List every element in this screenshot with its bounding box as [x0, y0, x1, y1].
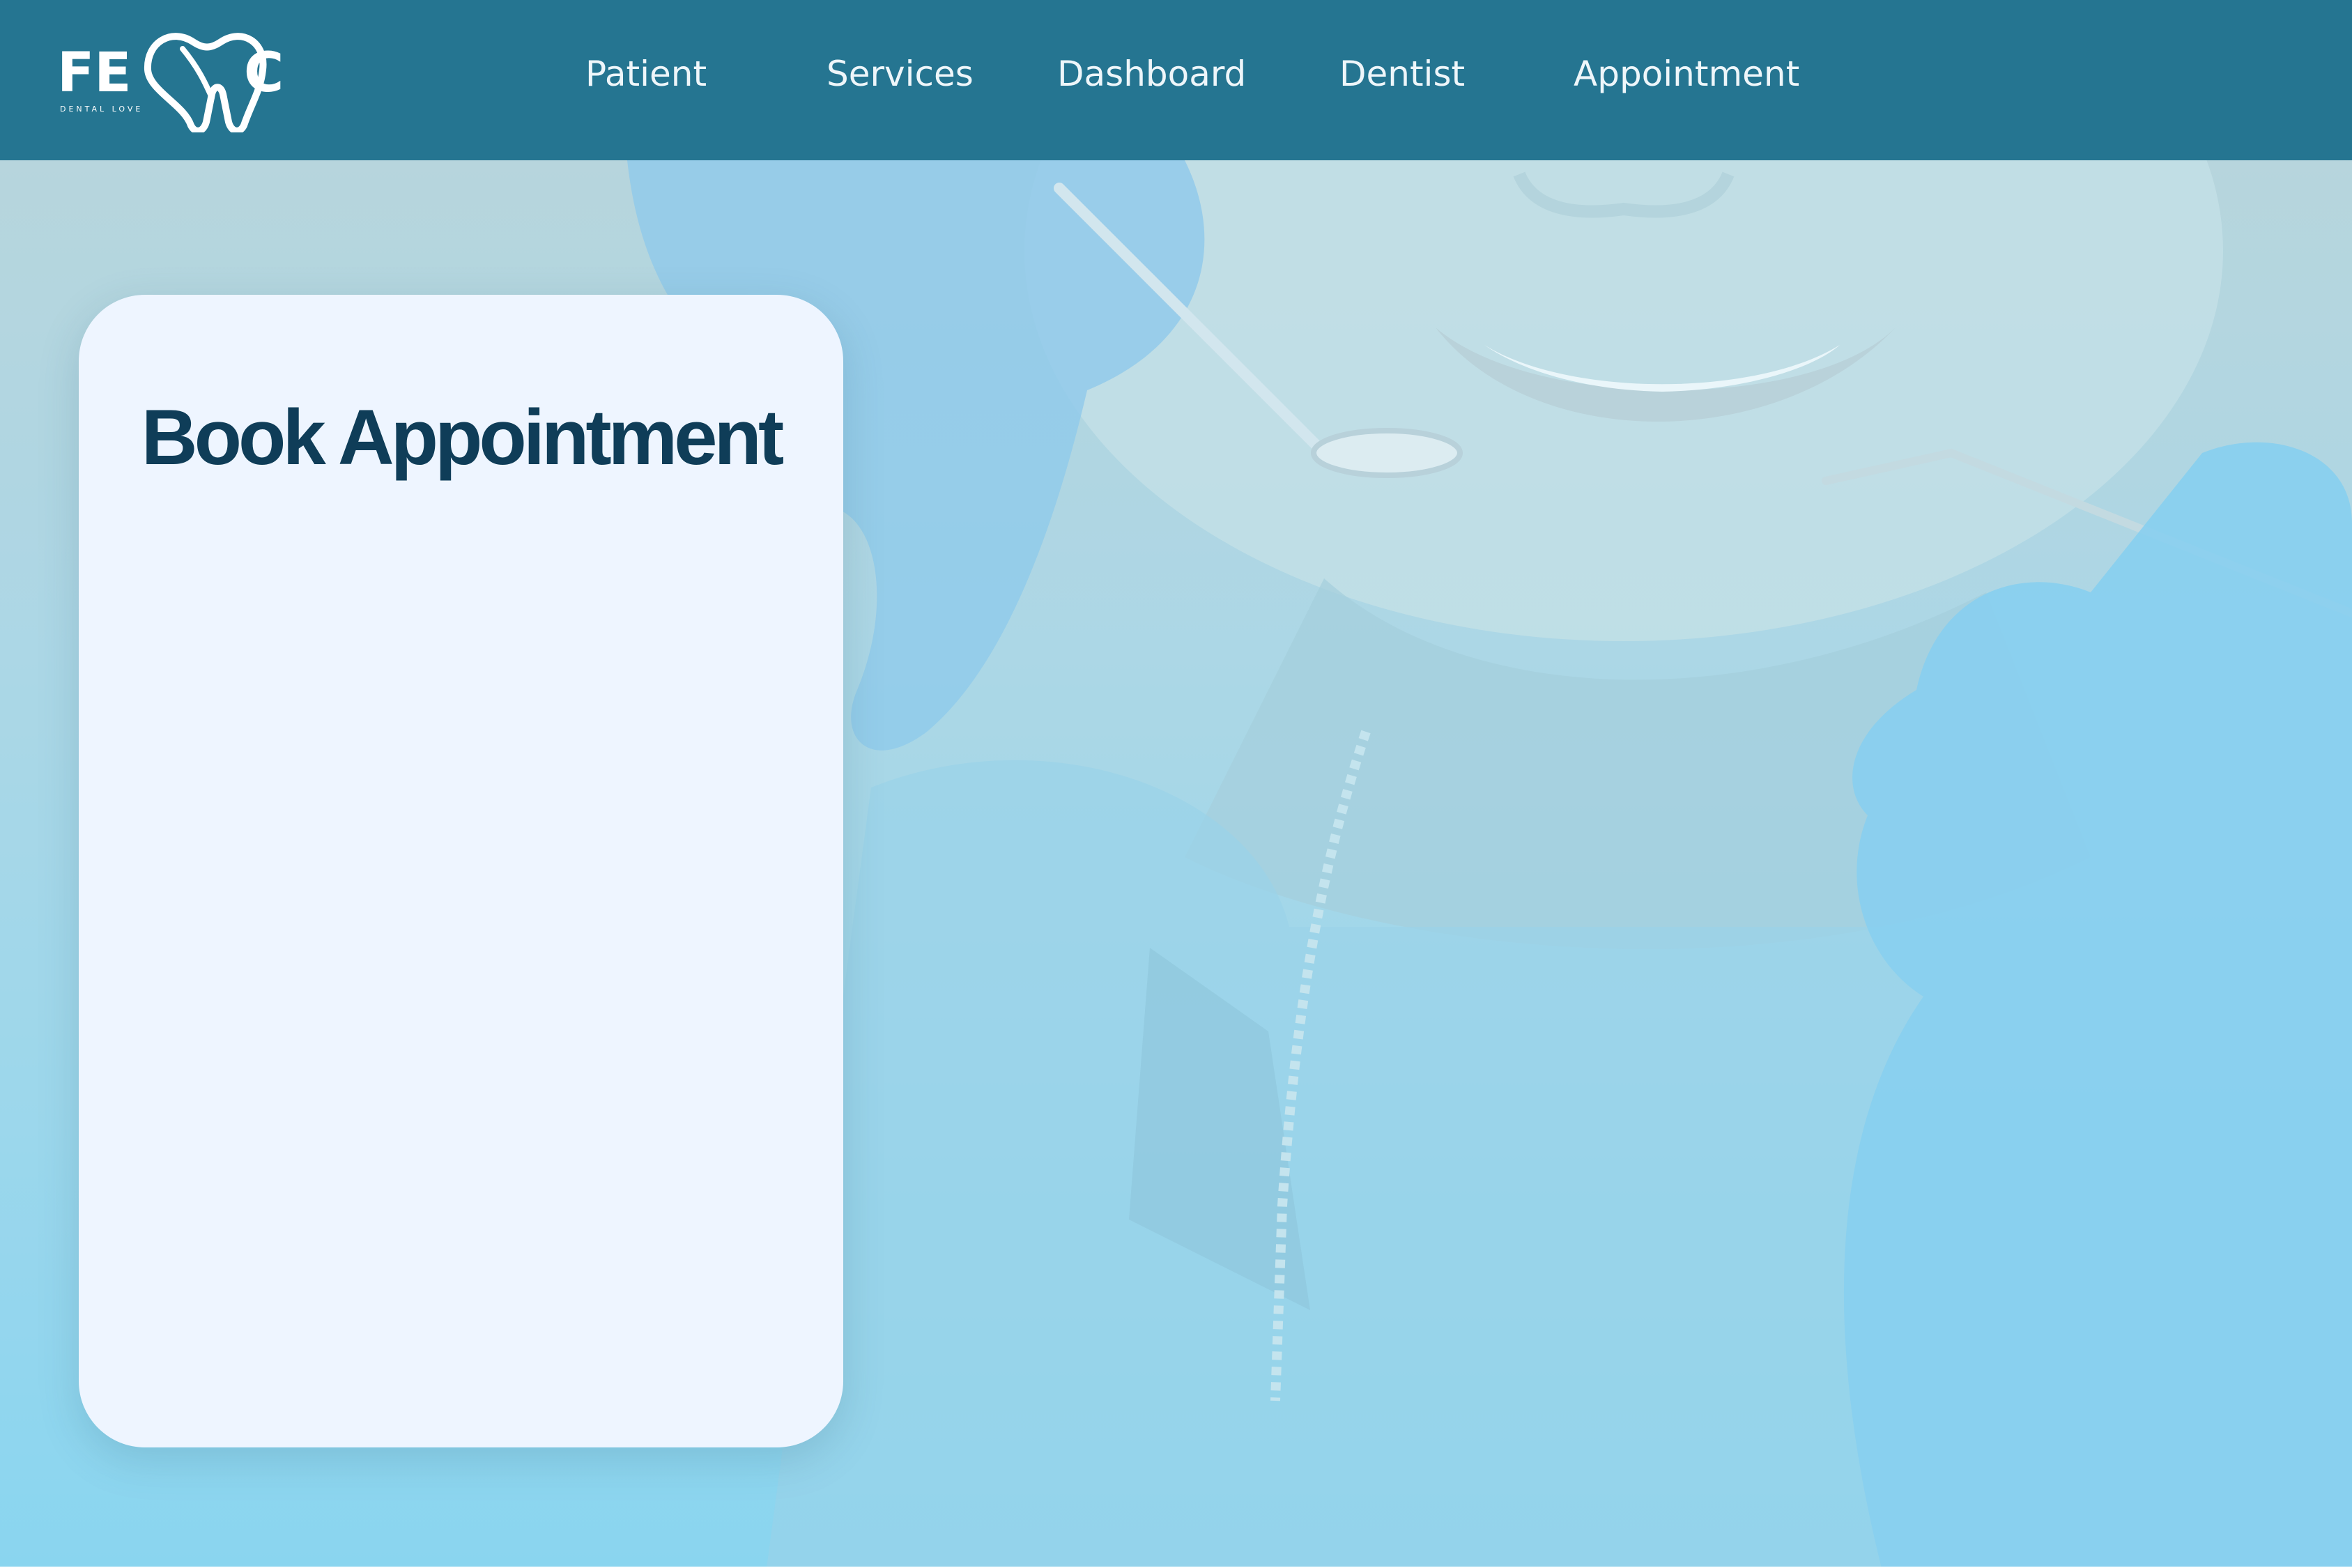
nav-item-services[interactable]: Services [827, 46, 974, 102]
logo-text-right: C [244, 42, 284, 105]
logo-tagline: DENTAL LOVE [60, 105, 144, 114]
appointment-card: Book Appointment [79, 295, 843, 1447]
logo-text-left: FE [57, 42, 132, 105]
nav-item-patient[interactable]: Patient [585, 46, 707, 102]
nav-item-dentist[interactable]: Dentist [1339, 46, 1465, 102]
card-title: Book Appointment [141, 394, 785, 482]
nav-item-appointment[interactable]: Appointment [1574, 46, 1799, 102]
brand-logo[interactable]: FE C DENTAL LOVE [57, 21, 294, 132]
navbar: FE C DENTAL LOVE Patient Services Dashbo… [0, 0, 2352, 160]
nav-item-dashboard[interactable]: Dashboard [1057, 46, 1246, 102]
